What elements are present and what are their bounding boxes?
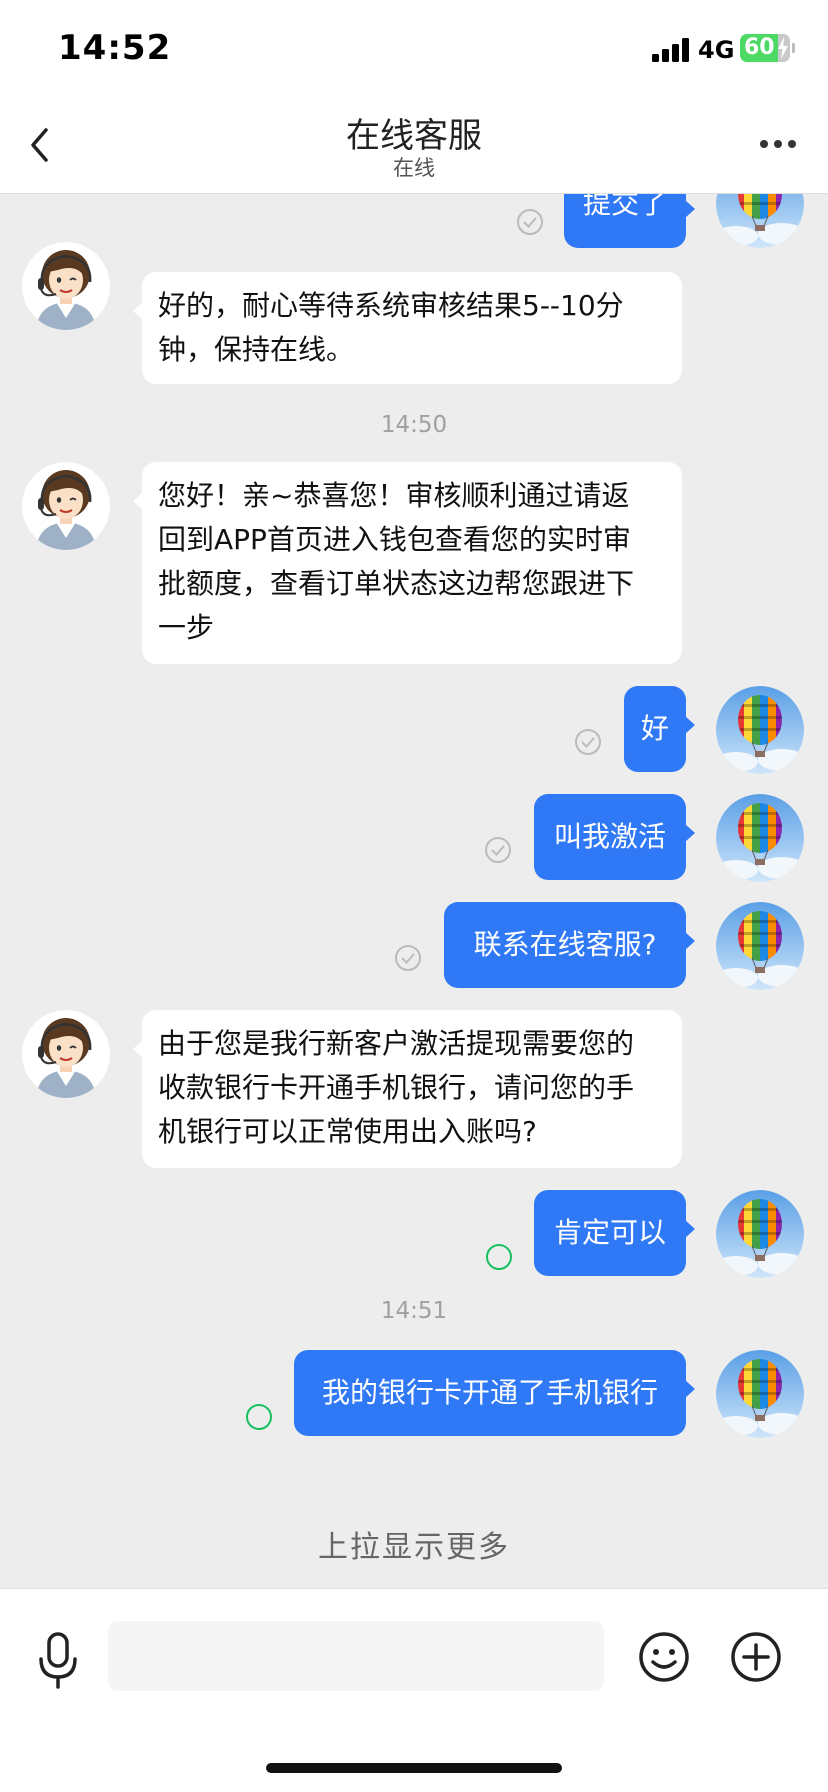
user-avatar[interactable] — [716, 686, 804, 774]
sending-status-icon — [246, 1404, 272, 1430]
message-text: 好 — [640, 712, 669, 745]
battery-icon: 60 — [740, 34, 790, 62]
status-time: 14:52 — [58, 28, 172, 68]
read-check-icon — [575, 729, 601, 755]
battery-level: 60 — [744, 35, 775, 60]
smiley-icon[interactable] — [638, 1631, 690, 1683]
user-avatar[interactable] — [716, 1190, 804, 1278]
status-bar: 14:52 4G 60 — [0, 0, 828, 96]
sending-status-icon — [486, 1244, 512, 1270]
message-text: 我的银行卡开通了手机银行 — [321, 1376, 658, 1409]
timestamp: 14:50 — [380, 412, 448, 438]
microphone-icon[interactable] — [34, 1631, 82, 1691]
user-avatar[interactable] — [716, 1350, 804, 1438]
user-avatar[interactable] — [716, 902, 804, 990]
agent-avatar[interactable] — [22, 242, 110, 330]
user-avatar[interactable] — [716, 194, 804, 248]
nav-bar: 在线客服 在线 — [0, 96, 828, 194]
more-button[interactable] — [756, 134, 800, 154]
read-check-icon — [485, 837, 511, 863]
message-text: 提交了 — [582, 194, 667, 220]
network-type: 4G — [698, 36, 735, 64]
agent-avatar[interactable] — [22, 462, 110, 550]
message-bubble-outgoing[interactable]: 肯定可以 — [534, 1190, 695, 1276]
message-bubble-outgoing[interactable]: 好 — [624, 686, 695, 772]
signal-icon — [652, 38, 690, 62]
timestamp: 14:51 — [380, 1298, 448, 1324]
message-bubble-outgoing[interactable]: 叫我激活 — [534, 794, 695, 880]
message-bubble-incoming[interactable]: 您好！亲~恭喜您！审核顺利通过请返 回到APP首页进入钱包查看您的实时审 批额度… — [133, 462, 682, 664]
message-line: 批额度，查看订单状态这边帮您跟进下 — [158, 567, 635, 600]
input-bar — [0, 1588, 828, 1792]
message-text: 肯定可以 — [553, 1216, 666, 1249]
message-bubble-outgoing[interactable]: 我的银行卡开通了手机银行 — [294, 1350, 695, 1436]
message-line: 您好！亲~恭喜您！审核顺利通过请返 — [158, 479, 630, 512]
agent-avatar[interactable] — [22, 1010, 110, 1098]
read-check-icon — [395, 945, 421, 971]
message-line: 钟，保持在线。 — [158, 333, 355, 366]
message-line: 一步 — [158, 611, 215, 644]
message-text: 联系在线客服? — [473, 928, 657, 961]
message-text: 叫我激活 — [553, 820, 666, 853]
message-input[interactable] — [108, 1621, 604, 1691]
chat-list[interactable]: 提交了 好的，耐心等待系统审核结果5--10分 钟，保持在线。 14:50 您好… — [0, 194, 828, 1588]
plus-circle-icon[interactable] — [730, 1631, 782, 1683]
charging-bolt-icon — [778, 37, 788, 59]
message-line: 好的，耐心等待系统审核结果5--10分 — [158, 289, 624, 322]
message-line: 由于您是我行新客户激活提现需要您的 — [158, 1027, 635, 1060]
user-avatar[interactable] — [716, 794, 804, 882]
message-bubble-incoming[interactable]: 由于您是我行新客户激活提现需要您的 收款银行卡开通手机银行，请问您的手 机银行可… — [133, 1010, 682, 1168]
read-check-icon — [517, 209, 543, 235]
message-line: 收款银行卡开通手机银行，请问您的手 — [158, 1071, 635, 1104]
page-title: 在线客服 — [346, 116, 482, 156]
message-line: 机银行可以正常使用出入账吗? — [158, 1115, 537, 1148]
load-more-hint[interactable]: 上拉显示更多 — [0, 1522, 828, 1566]
online-status: 在线 — [393, 156, 435, 180]
home-indicator[interactable] — [266, 1763, 562, 1773]
message-bubble-outgoing[interactable]: 联系在线客服? — [444, 902, 695, 988]
message-line: 回到APP首页进入钱包查看您的实时审 — [158, 523, 631, 556]
message-bubble-incoming[interactable]: 好的，耐心等待系统审核结果5--10分 钟，保持在线。 — [133, 272, 682, 384]
message-bubble-outgoing[interactable]: 提交了 — [564, 194, 695, 248]
